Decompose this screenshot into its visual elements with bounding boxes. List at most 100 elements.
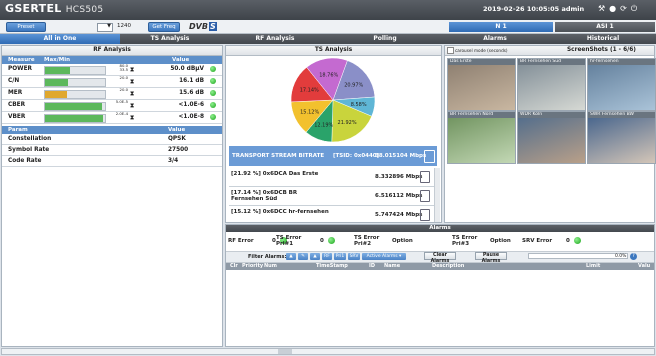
tab-label: RF Analysis	[255, 35, 295, 42]
filter-rf-label: RF	[324, 254, 330, 259]
alarm-counter-label: TS Error Pri#2	[354, 235, 380, 247]
alarm-counter-label: TS Error Pri#1	[276, 235, 302, 247]
pie-slice-label: 8.58%	[351, 102, 367, 108]
service-graph-icon[interactable]	[420, 190, 430, 202]
status-ok-icon	[210, 78, 216, 84]
param-table-header: Param Value	[2, 126, 222, 134]
tab-ts-analysis[interactable]: TS Analysis	[120, 34, 220, 44]
filter-button-1[interactable]: ▲	[286, 253, 296, 260]
app-brand: GSERTEL HCS505	[5, 2, 103, 15]
pie-slice-label: 12.19%	[314, 122, 333, 128]
rf-maxmin: 5.0E-5	[106, 100, 128, 104]
screenshot-thumbnail[interactable]: Das Erste	[447, 58, 516, 111]
service-row[interactable]: [17.14 %] 0x6DCB BR Fernsehen Süd 6.51611…	[229, 187, 437, 206]
rf-maxmin: 80.0 33.5	[106, 64, 128, 72]
alarm-column-header: Clr Priority Num TimeStamp ID Name Description…	[226, 263, 654, 270]
alarm-column-6: Description	[432, 263, 465, 269]
tab-historical[interactable]: Historical	[550, 34, 656, 44]
ts-bitrate-bar: TRANSPORT STREAM BITRATE [TSID: 0x0440] …	[229, 146, 437, 166]
get-freq-button[interactable]: Get Freq	[148, 22, 180, 32]
filter-pri1-button[interactable]: Pri1	[334, 253, 346, 260]
service-name: [15.12 %] 0x6DCC hr-fernsehen	[231, 209, 329, 215]
tab-polling[interactable]: Polling	[330, 34, 440, 44]
alarm-column-4: ID	[369, 263, 376, 269]
param-value: 3/4	[168, 158, 179, 164]
status-ok-icon	[210, 66, 216, 72]
tab-rf-analysis[interactable]: RF Analysis	[220, 34, 330, 44]
brand-name: GSERTEL	[5, 2, 62, 15]
clear-alarms-button[interactable]: Clear Alarms	[424, 252, 456, 264]
tsid: [TSID: 0x0440]	[333, 153, 380, 159]
rf-value: 15.6 dB	[179, 90, 204, 96]
rf-row: VBER 2.0E-4 ⧗ <1.0E-8	[2, 112, 222, 124]
rf-measure-name: POWER	[8, 66, 32, 72]
screenshot-thumbnail[interactable]: BR Fernsehen Nord	[447, 111, 516, 164]
rf-row: MER 20.0 ⧗ 15.6 dB	[2, 88, 222, 100]
service-row[interactable]: [21.92 %] 0x6DCA Das Erste 8.332896 Mbps	[229, 168, 437, 187]
rf-level-fill	[45, 115, 103, 122]
rf-maxmin: 20.0	[106, 76, 128, 80]
tab-n1[interactable]: N 1	[449, 22, 553, 32]
param-rows: Constellation QPSK Symbol Rate 27500 Code Ra…	[2, 134, 222, 167]
alarm-column-3: TimeStamp	[316, 263, 348, 269]
pie-slice-label: 21.92%	[338, 120, 357, 126]
param-name: Symbol Rate	[8, 147, 50, 153]
freq-select[interactable]: ▼	[97, 23, 113, 32]
rf-row: C/N 20.0 ⧗ 16.1 dB	[2, 76, 222, 88]
active-alarms-select[interactable]: Active Alarms ▾	[362, 253, 406, 260]
pause-alarms-button[interactable]: Pause Alarms	[475, 252, 507, 264]
help-icon[interactable]: ?	[630, 253, 637, 260]
tab-label: Alarms	[483, 35, 507, 42]
screenshot-thumbnail[interactable]: BR Fernsehen Süd	[517, 58, 586, 111]
filter-button-2[interactable]: ✎	[298, 253, 308, 260]
rf-table-header: Measure Max/Min Value	[2, 56, 222, 64]
get-freq-label: Get Freq	[152, 24, 176, 30]
tools-icon[interactable]: ⚒	[598, 4, 609, 13]
service-scrollbar[interactable]	[434, 168, 440, 222]
tab-alarms[interactable]: Alarms	[440, 34, 550, 44]
bitrate-graph-icon[interactable]	[424, 150, 435, 163]
tab-all-in-one[interactable]: All in One	[0, 34, 120, 44]
screenshot-title: BR Fernsehen Nord	[448, 112, 515, 118]
carousel-checkbox[interactable]	[447, 47, 454, 54]
screenshot-thumbnail[interactable]: SWR Fernsehen BW	[587, 111, 656, 164]
screenshot-thumbnail[interactable]: hr-fernsehen	[587, 58, 656, 111]
alarms-panel: Alarms RF Error 0 TS Error Pri#1 0 TS Error …	[225, 224, 655, 347]
status-ok-icon	[210, 114, 216, 120]
dvb-suffix: S	[208, 22, 217, 31]
rf-measure-name: CBER	[8, 102, 26, 108]
datetime: 2019-02-26 10:05:05	[483, 5, 560, 13]
bitrate-value: 38.015104 Mbps	[375, 153, 427, 159]
filter-button-3[interactable]: ▲	[310, 253, 320, 260]
tab-asi1[interactable]: ASI 1	[555, 22, 655, 32]
filter-srv-button[interactable]: SRV	[348, 253, 360, 260]
rf-measure-name: VBER	[8, 114, 26, 120]
col-maxmin: Max/Min	[44, 57, 71, 63]
rf-min-value: 33.5	[119, 67, 128, 72]
scroll-thumb[interactable]	[278, 349, 292, 354]
refresh-icon[interactable]: ⟳	[620, 4, 631, 13]
screenshot-thumbnail[interactable]: WDR Köln	[517, 111, 586, 164]
filter-rf-button[interactable]: RF	[322, 253, 332, 260]
rf-level-fill	[45, 91, 67, 98]
service-row[interactable]: [15.12 %] 0x6DCC hr-fernsehen 5.747424 Mb…	[229, 206, 437, 225]
rf-level-fill	[45, 79, 68, 86]
rf-panel: RF Analysis Measure Max/Min Value POWER 8…	[1, 45, 223, 347]
tab-label: All in One	[43, 35, 77, 42]
rf-level-bar	[44, 78, 106, 87]
pie-slice-label: 20.97%	[344, 82, 363, 88]
logout-icon[interactable]: ⏻	[631, 4, 641, 13]
datetime-user: 2019-02-26 10:05:05 admin	[483, 5, 584, 13]
alarm-column-5: Name	[384, 263, 401, 269]
preset-button[interactable]: Preset	[6, 22, 46, 32]
user-icon[interactable]: ●	[609, 4, 620, 13]
col-param-value: Value	[168, 127, 186, 133]
horizontal-scrollbar[interactable]	[1, 348, 655, 355]
rf-level-bar	[44, 102, 106, 111]
tab-asi1-label: ASI 1	[596, 23, 614, 30]
service-graph-icon[interactable]	[420, 171, 430, 183]
hourglass-icon: ⧗	[130, 90, 135, 97]
freq-value: 1240	[117, 23, 131, 29]
service-graph-icon[interactable]	[420, 209, 430, 221]
model-name: HCS505	[65, 5, 104, 15]
